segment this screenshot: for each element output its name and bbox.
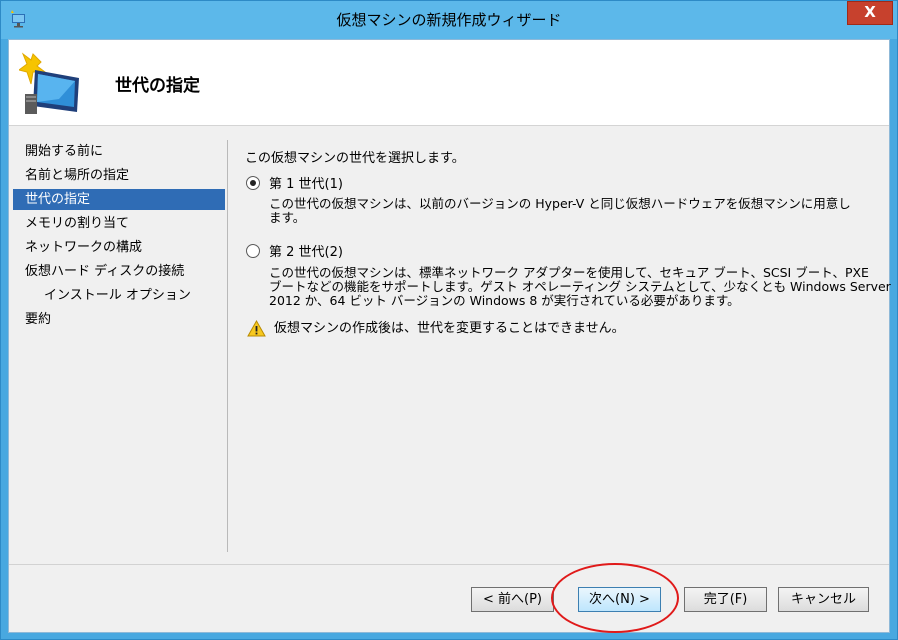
- generation-2-desc-line: この世代の仮想マシンは、標準ネットワーク アダプターを使用して、セキュア ブート…: [269, 265, 869, 280]
- generation-1-desc-line: ます。: [269, 210, 306, 225]
- close-button[interactable]: X: [847, 1, 893, 25]
- wizard-window: 仮想マシンの新規作成ウィザード X 世代の指定 開始する前に 名前と場所の指定 …: [0, 0, 898, 640]
- generation-2-option[interactable]: 第 2 世代(2): [246, 241, 343, 260]
- wizard-header: 世代の指定: [9, 40, 889, 126]
- page-title: 世代の指定: [115, 76, 200, 96]
- cancel-button[interactable]: キャンセル: [778, 587, 869, 612]
- new-virtual-machine-icon: [19, 52, 79, 114]
- warning-text: 仮想マシンの作成後は、世代を変更することはできません。: [274, 321, 625, 336]
- nav-item-generation[interactable]: 世代の指定: [13, 189, 225, 210]
- generation-1-label: 第 1 世代(1): [269, 177, 343, 192]
- nav-item-before-you-begin[interactable]: 開始する前に: [13, 140, 225, 164]
- next-button[interactable]: 次へ(N) >: [578, 587, 661, 612]
- generation-2-desc-line: ブートなどの機能をサポートします。ゲスト オペレーティング システムとして、少な…: [269, 279, 891, 294]
- nav-item-virtual-hard-disk[interactable]: 仮想ハード ディスクの接続: [13, 260, 225, 284]
- warning-message: 仮想マシンの作成後は、世代を変更することはできません。: [247, 317, 625, 337]
- generation-1-radio[interactable]: [246, 176, 260, 190]
- generation-2-radio[interactable]: [246, 244, 260, 258]
- footer-divider: [9, 564, 889, 565]
- nav-item-summary[interactable]: 要約: [13, 308, 225, 332]
- pane-divider: [227, 140, 228, 552]
- title-bar[interactable]: 仮想マシンの新規作成ウィザード X: [1, 1, 897, 39]
- nav-item-network[interactable]: ネットワークの構成: [13, 236, 225, 260]
- wizard-client-area: 世代の指定 開始する前に 名前と場所の指定 世代の指定 メモリの割り当て ネット…: [8, 39, 891, 633]
- generation-2-label: 第 2 世代(2): [269, 245, 343, 260]
- window-title: 仮想マシンの新規作成ウィザード: [336, 11, 562, 29]
- warning-icon: [247, 320, 266, 337]
- nav-item-memory[interactable]: メモリの割り当て: [13, 212, 225, 236]
- nav-item-name-and-location[interactable]: 名前と場所の指定: [13, 164, 225, 188]
- nav-item-install-options[interactable]: インストール オプション: [13, 284, 225, 308]
- generation-1-option[interactable]: 第 1 世代(1): [246, 173, 343, 192]
- generation-2-description: この世代の仮想マシンは、標準ネットワーク アダプターを使用して、セキュア ブート…: [269, 265, 891, 308]
- previous-button[interactable]: < 前へ(P): [471, 587, 554, 612]
- generation-1-desc-line: この世代の仮想マシンは、以前のバージョンの Hyper-V と同じ仮想ハードウェ…: [269, 196, 851, 211]
- wizard-step-list: 開始する前に 名前と場所の指定 世代の指定 メモリの割り当て ネットワークの構成…: [13, 140, 225, 332]
- finish-button[interactable]: 完了(F): [684, 587, 767, 612]
- generation-1-description: この世代の仮想マシンは、以前のバージョンの Hyper-V と同じ仮想ハードウェ…: [269, 197, 869, 225]
- generation-2-desc-line: 2012 か、64 ビット バージョンの Windows 8 が実行されている必…: [269, 293, 740, 308]
- intro-text: この仮想マシンの世代を選択します。: [245, 151, 465, 166]
